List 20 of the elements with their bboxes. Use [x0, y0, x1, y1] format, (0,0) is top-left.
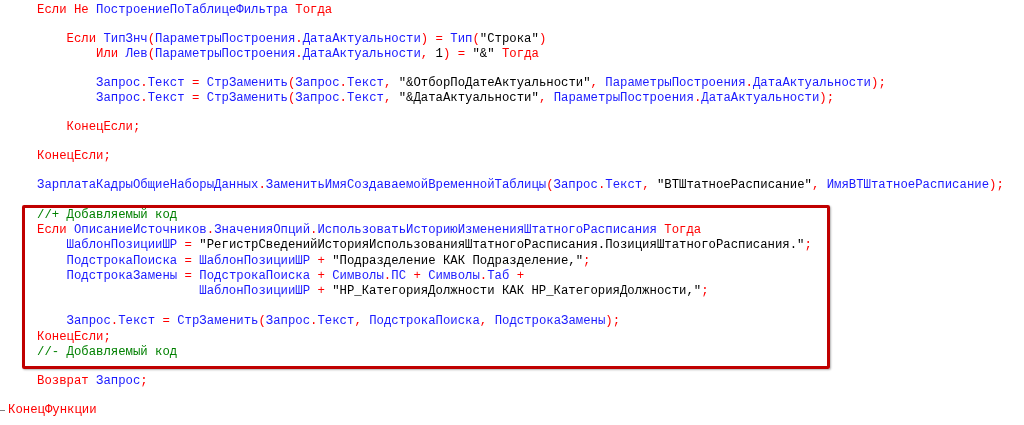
- code-line: Если ТипЗнч(ПараметрыПостроения.ДатаАктуальности) = Тип("Строка"): [65, 32, 547, 47]
- code-line: Если ОписаниеИсточников.ЗначенияОпций.ИспользоватьИсториюИзмененияШтатногоРасписания Тогда: [37, 223, 702, 238]
- fold-minus-icon[interactable]: [0, 409, 5, 411]
- code-line: //+ Добавляемый код: [37, 208, 178, 223]
- code-line: Или Лев(ПараметрыПостроения.ДатаАктуальности, 1) = "&" Тогда: [95, 46, 539, 62]
- code-line: ПодстрокаЗамены = ПодстрокаПоиска + Символы.ПС + Символы.Таб +: [65, 268, 525, 284]
- code-line: Запрос.Текст = СтрЗаменить(Запрос.Текст, "&ОтборПоДатеАктуальности", ПараметрыПостроения.ДатаАктуальности);: [95, 75, 886, 91]
- code-line: ШаблонПозицииШР + "НР_КатегорияДолжности КАК НР_КатегорияДолжности,";: [198, 283, 709, 299]
- code-line: КонецЕсли;: [37, 329, 111, 345]
- code-line: КонецЕсли;: [37, 148, 111, 164]
- code-line: Запрос.Текст = СтрЗаменить(Запрос.Текст, ПодстрокаПоиска, ПодстрокаЗамены);: [65, 314, 621, 329]
- code-line: ЗарплатаКадрыОбщиеНаборыДанных.ЗаменитьИмяСоздаваемойВременнойТаблицы(Запрос.Текст, "ВТШтатноеРасписание", ИмяВТШтатноеРасписание);: [37, 178, 1004, 193]
- code-line: Если Не ПостроениеПоТаблицеФильтра Тогда: [37, 3, 333, 18]
- code-line: Возврат Запрос;: [37, 373, 148, 389]
- code-line: ПодстрокаПоиска = ШаблонПозицииШР + "Подразделение КАК Подразделение,";: [65, 253, 591, 269]
- code-line: //- Добавляемый код: [37, 344, 178, 360]
- code-line: КонецЕсли;: [65, 119, 141, 135]
- code-line: КонецФункции: [8, 402, 97, 418]
- code-line: Запрос.Текст = СтрЗаменить(Запрос.Текст, "&ДатаАктуальности", ПараметрыПостроения.ДатаАктуальности);: [95, 90, 835, 106]
- code-line: ШаблонПозицииШР = "РегистрСведенийИсторияИспользованияШтатногоРасписания.ПозицияШтатногоРасписания.";: [65, 238, 812, 253]
